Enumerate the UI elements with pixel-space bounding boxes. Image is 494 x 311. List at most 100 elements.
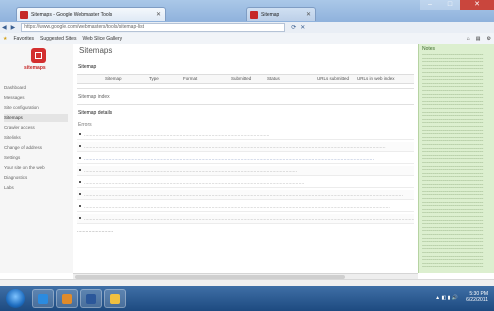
notes-line: ~~~~~~~~~~~~~~~~~~~~~~~~~~~~~~ (422, 244, 484, 248)
notes-line: ~~~~~~~~~~~~~~~~~~~~~~~~~~~~~~ (422, 118, 484, 122)
tools-menu-icon[interactable]: ⚙ (487, 36, 491, 42)
notes-line: ~~~~~~~~~~~~~~~~~~~~~~~~~~~~~~ (422, 104, 484, 108)
close-tab-icon[interactable]: ✕ (306, 11, 311, 18)
sidebar-item-site-configuration[interactable]: Site configuration (4, 104, 68, 112)
notes-line: ~~~~~~~~~~~~~~~~~~~~~~~~~~~~~~ (422, 201, 484, 205)
start-button[interactable] (6, 289, 25, 308)
sidebar-item-site-on-web[interactable]: Your site on the web (4, 164, 68, 172)
notes-line: ~~~~~~~~~~~~~~~~~~~~~~~~~~~~~~ (422, 230, 484, 234)
refresh-icon[interactable]: ⟳ (291, 24, 296, 31)
column-header[interactable]: Status (267, 76, 280, 81)
notes-line: ~~~~~~~~~~~~~~~~~~~~~~~~~~~~~~ (422, 208, 484, 212)
table-row: ........................................… (77, 202, 414, 212)
notes-line: ~~~~~~~~~~~~~~~~~~~~~~~~~~~~~~ (422, 129, 484, 133)
bullet-icon (79, 145, 81, 147)
notes-line: ~~~~~~~~~~~~~~~~~~~~~~~~~~~~~~ (422, 90, 484, 93)
column-header[interactable]: URLs in web index (357, 76, 395, 81)
address-bar[interactable]: https://www.google.com/webmasters/tools/… (21, 23, 286, 32)
table-header: Sitemap Type Format Submitted Status URL… (77, 74, 414, 84)
toolbar-item[interactable]: Favorites (13, 36, 34, 42)
clock-date: 6/22/2011 (466, 297, 488, 303)
notes-line: ~~~~~~~~~~~~~~~~~~~~~~~~~~~~~~ (422, 187, 484, 191)
notes-line: ~~~~~~~~~~~~~~~~~~~~~~~~~~~~~~ (422, 223, 484, 227)
notes-line: ~~~~~~~~~~~~~~~~~~~~~~~~~~~~~~ (422, 82, 484, 86)
media-taskbar-icon[interactable] (56, 289, 78, 308)
close-window-button[interactable]: ✕ (460, 0, 494, 10)
notes-line: ~~~~~~~~~~~~~~~~~~~~~~~~~~~~~~ (422, 54, 484, 57)
ie-taskbar-icon[interactable] (32, 289, 54, 308)
sidebar-item-sitemaps[interactable]: Sitemaps (4, 114, 68, 122)
column-header[interactable]: Type (149, 76, 159, 81)
word-taskbar-icon[interactable] (80, 289, 102, 308)
notes-line: ~~~~~~~~~~~~~~~~~~~~~~~~~~~~~~ (422, 97, 484, 101)
browser-tab-inactive[interactable]: Sitemap ✕ (246, 7, 316, 21)
notes-pane: Notes ~~~~~~~~~~~~~~~~~~~~~~~~~~~~~~ ~~~~… (418, 44, 494, 273)
system-tray[interactable]: ▲ ◧ ▮ 🔊 (435, 295, 458, 301)
notes-line: ~~~~~~~~~~~~~~~~~~~~~~~~~~~~~~ (422, 158, 484, 162)
notes-line: ~~~~~~~~~~~~~~~~~~~~~~~~~~~~~~ (422, 165, 484, 169)
minimize-button[interactable]: – (420, 0, 440, 10)
browser-tab-active[interactable]: Sitemaps - Google Webmaster Tools ✕ (16, 7, 166, 21)
back-icon[interactable]: ◀ (2, 24, 7, 31)
notes-line: ~~~~~~~~~~~~~~~~~~~~~~~~~~~~~~ (422, 205, 484, 209)
notes-line: ~~~~~~~~~~~~~~~~~~~~~~~~~~~~~~ (422, 259, 484, 263)
notes-line: ~~~~~~~~~~~~~~~~~~~~~~~~~~~~~~ (422, 219, 484, 223)
clock[interactable]: 5:30 PM 6/22/2011 (466, 291, 488, 303)
notes-line: ~~~~~~~~~~~~~~~~~~~~~~~~~~~~~~ (422, 154, 484, 158)
table-row: ........................................… (77, 142, 414, 152)
maximize-button[interactable]: □ (440, 0, 460, 10)
sidebar-item-settings[interactable]: Settings (4, 154, 68, 162)
favicon-icon (20, 10, 28, 19)
notes-line: ~~~~~~~~~~~~~~~~~~~~~~~~~~~~~~ (422, 68, 484, 72)
home-icon[interactable]: ⌂ (467, 36, 470, 42)
tab-title: Sitemap (261, 11, 280, 18)
sidebar-item-sitelinks[interactable]: Sitelinks (4, 134, 68, 142)
sitemap-index-label: Sitemap index (78, 94, 110, 100)
stop-icon[interactable]: ✕ (300, 24, 305, 31)
sidebar-item-change-of-address[interactable]: Change of address (4, 144, 68, 152)
column-header[interactable]: Sitemap (105, 76, 122, 81)
notes-line: ~~~~~~~~~~~~~~~~~~~~~~~~~~~~~~ (422, 183, 484, 187)
notes-line: ~~~~~~~~~~~~~~~~~~~~~~~~~~~~~~ (422, 147, 484, 151)
star-icon[interactable]: ★ (3, 36, 7, 42)
column-header[interactable]: Submitted (231, 76, 251, 81)
notes-line: ~~~~~~~~~~~~~~~~~~~~~~~~~~~~~~ (422, 226, 484, 230)
divider (77, 104, 414, 105)
notes-line: ~~~~~~~~~~~~~~~~~~~~~~~~~~~~~~ (422, 198, 484, 201)
bullet-icon (79, 157, 81, 159)
forward-icon[interactable]: ▶ (11, 24, 16, 31)
column-header[interactable]: Format (183, 76, 197, 81)
page-menu-icon[interactable]: ▤ (476, 36, 481, 42)
toolbar-item[interactable]: Web Slice Gallery (82, 36, 122, 42)
notes-line: ~~~~~~~~~~~~~~~~~~~~~~~~~~~~~~ (422, 169, 484, 173)
sidebar-item-messages[interactable]: Messages (4, 94, 68, 102)
notes-line: ~~~~~~~~~~~~~~~~~~~~~~~~~~~~~~ (422, 72, 484, 75)
notes-line: ~~~~~~~~~~~~~~~~~~~~~~~~~~~~~~ (422, 115, 484, 119)
notes-line: ~~~~~~~~~~~~~~~~~~~~~~~~~~~~~~ (422, 64, 484, 68)
table-row: ........................................… (77, 178, 414, 188)
explorer-taskbar-icon[interactable] (104, 289, 126, 308)
favicon-icon (250, 10, 258, 19)
bullet-icon (79, 193, 81, 195)
notes-line: ~~~~~~~~~~~~~~~~~~~~~~~~~~~~~~ (422, 126, 484, 129)
sidebar-item-dashboard[interactable]: Dashboard (4, 84, 68, 92)
notes-line: ~~~~~~~~~~~~~~~~~~~~~~~~~~~~~~ (422, 61, 484, 65)
bullet-icon (79, 133, 81, 135)
notes-line: ~~~~~~~~~~~~~~~~~~~~~~~~~~~~~~ (422, 252, 484, 255)
notes-line: ~~~~~~~~~~~~~~~~~~~~~~~~~~~~~~ (422, 75, 484, 79)
close-tab-icon[interactable]: ✕ (156, 11, 161, 18)
sidebar-item-diagnostics[interactable]: Diagnostics (4, 174, 68, 182)
column-header[interactable]: URLs submitted (317, 76, 349, 81)
sidebar-item-labs[interactable]: Labs (4, 184, 68, 192)
notes-line: ~~~~~~~~~~~~~~~~~~~~~~~~~~~~~~ (422, 57, 484, 61)
tab-title: Sitemaps - Google Webmaster Tools (31, 11, 113, 18)
table-row: ........................................… (77, 130, 414, 140)
notes-line: ~~~~~~~~~~~~~~~~~~~~~~~~~~~~~~ (422, 180, 484, 183)
table-row: ........................................… (77, 166, 414, 176)
bullet-icon (79, 205, 81, 207)
notes-line: ~~~~~~~~~~~~~~~~~~~~~~~~~~~~~~ (422, 194, 484, 198)
sidebar-item-crawler-access[interactable]: Crawler access (4, 124, 68, 132)
notes-line: ~~~~~~~~~~~~~~~~~~~~~~~~~~~~~~ (422, 151, 484, 155)
main-content: Sitemaps Sitemap Sitemap Type Format Sub… (73, 44, 418, 273)
toolbar-item[interactable]: Suggested Sites (40, 36, 76, 42)
